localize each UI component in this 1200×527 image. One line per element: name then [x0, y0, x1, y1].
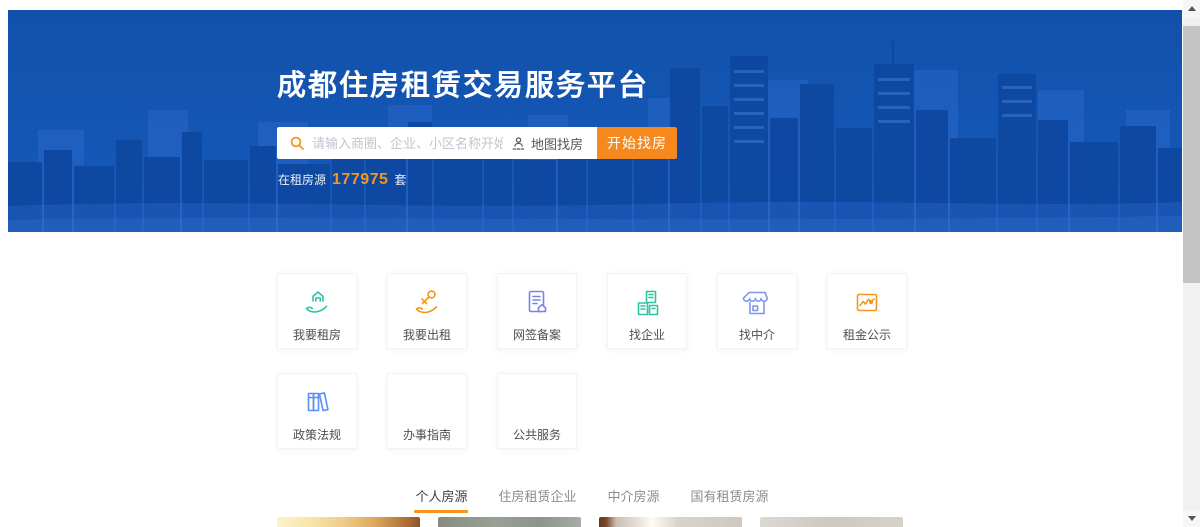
tab-label: 个人房源	[415, 489, 468, 504]
service-card-rent[interactable]: 我要租房	[277, 273, 357, 349]
tab-state-owned-listings[interactable]: 国有租赁房源	[691, 486, 769, 513]
hand-house-icon	[300, 283, 334, 323]
map-person-icon	[512, 136, 525, 150]
hero-banner: 成都住房租赁交易服务平台 地图找房 开始找房 在租房源 17797	[8, 10, 1182, 232]
service-card-label: 我要租房	[292, 328, 341, 342]
tab-label: 住房租赁企业	[498, 489, 577, 504]
stats-count: 177975	[332, 171, 389, 188]
line-chart-icon	[850, 283, 884, 323]
listing-photo[interactable]	[599, 517, 742, 527]
stats-unit: 套	[394, 173, 407, 187]
service-card-lease-out[interactable]: 我要出租	[387, 273, 467, 349]
service-card-label: 政策法规	[292, 428, 341, 442]
tab-rental-enterprises[interactable]: 住房租赁企业	[498, 486, 576, 513]
service-card-contract-filing[interactable]: 网签备案	[497, 273, 577, 349]
listing-photo[interactable]	[760, 517, 903, 527]
map-search-link[interactable]: 地图找房	[503, 134, 597, 153]
tab-personal-listings[interactable]: 个人房源	[414, 486, 469, 513]
tab-label: 国有租赁房源	[690, 489, 769, 504]
service-grid: 我要租房 我要出租 网签备案 找企业 找中介 租金公示 政策法规 办事指南 公共…	[277, 273, 907, 449]
tab-agency-listings[interactable]: 中介房源	[607, 486, 661, 513]
service-card-find-enterprise[interactable]: 找企业	[607, 273, 687, 349]
listing-tabs: 个人房源 住房租赁企业 中介房源 国有租赁房源	[0, 486, 1183, 513]
service-card-label: 公共服务	[512, 428, 561, 442]
tab-label: 中介房源	[607, 489, 660, 504]
vertical-scrollbar[interactable]	[1183, 0, 1200, 527]
scroll-down-icon	[1187, 516, 1196, 521]
service-card-rent-publicity[interactable]: 租金公示	[827, 273, 907, 349]
service-card-find-agency[interactable]: 找中介	[717, 273, 797, 349]
listing-count-stats: 在租房源 177975 套	[278, 171, 406, 189]
service-card-policies[interactable]: 政策法规	[277, 373, 357, 449]
service-card-label: 网签备案	[512, 328, 561, 342]
document-house-icon	[520, 283, 554, 323]
scroll-up-button[interactable]	[1183, 0, 1200, 17]
service-card-public-services[interactable]: 公共服务	[497, 373, 577, 449]
scroll-up-icon	[1187, 6, 1196, 11]
search-icon	[289, 135, 305, 151]
search-input[interactable]	[312, 135, 503, 151]
service-card-label: 办事指南	[402, 428, 451, 442]
listing-photo[interactable]	[277, 517, 420, 527]
storefront-icon	[740, 283, 774, 323]
map-search-label: 地图找房	[530, 136, 583, 152]
service-card-label: 找企业	[628, 328, 665, 342]
hand-key-icon	[410, 283, 444, 323]
search-bar: 地图找房 开始找房	[277, 127, 677, 159]
service-card-service-guide[interactable]: 办事指南	[387, 373, 467, 449]
service-card-label: 找中介	[738, 328, 775, 342]
listing-photo[interactable]	[438, 517, 581, 527]
service-card-label: 我要出租	[402, 328, 451, 342]
active-tab-underline	[414, 510, 469, 513]
search-box: 地图找房	[277, 127, 597, 159]
listing-photo-row	[277, 517, 903, 527]
scrollbar-thumb[interactable]	[1183, 26, 1200, 283]
page-title: 成都住房租赁交易服务平台	[277, 70, 650, 102]
books-icon	[300, 383, 334, 423]
start-search-button[interactable]: 开始找房	[597, 127, 677, 159]
scroll-down-button[interactable]	[1183, 510, 1200, 527]
stats-prefix: 在租房源	[278, 173, 327, 187]
buildings-icon	[630, 283, 664, 323]
service-card-label: 租金公示	[842, 328, 891, 342]
